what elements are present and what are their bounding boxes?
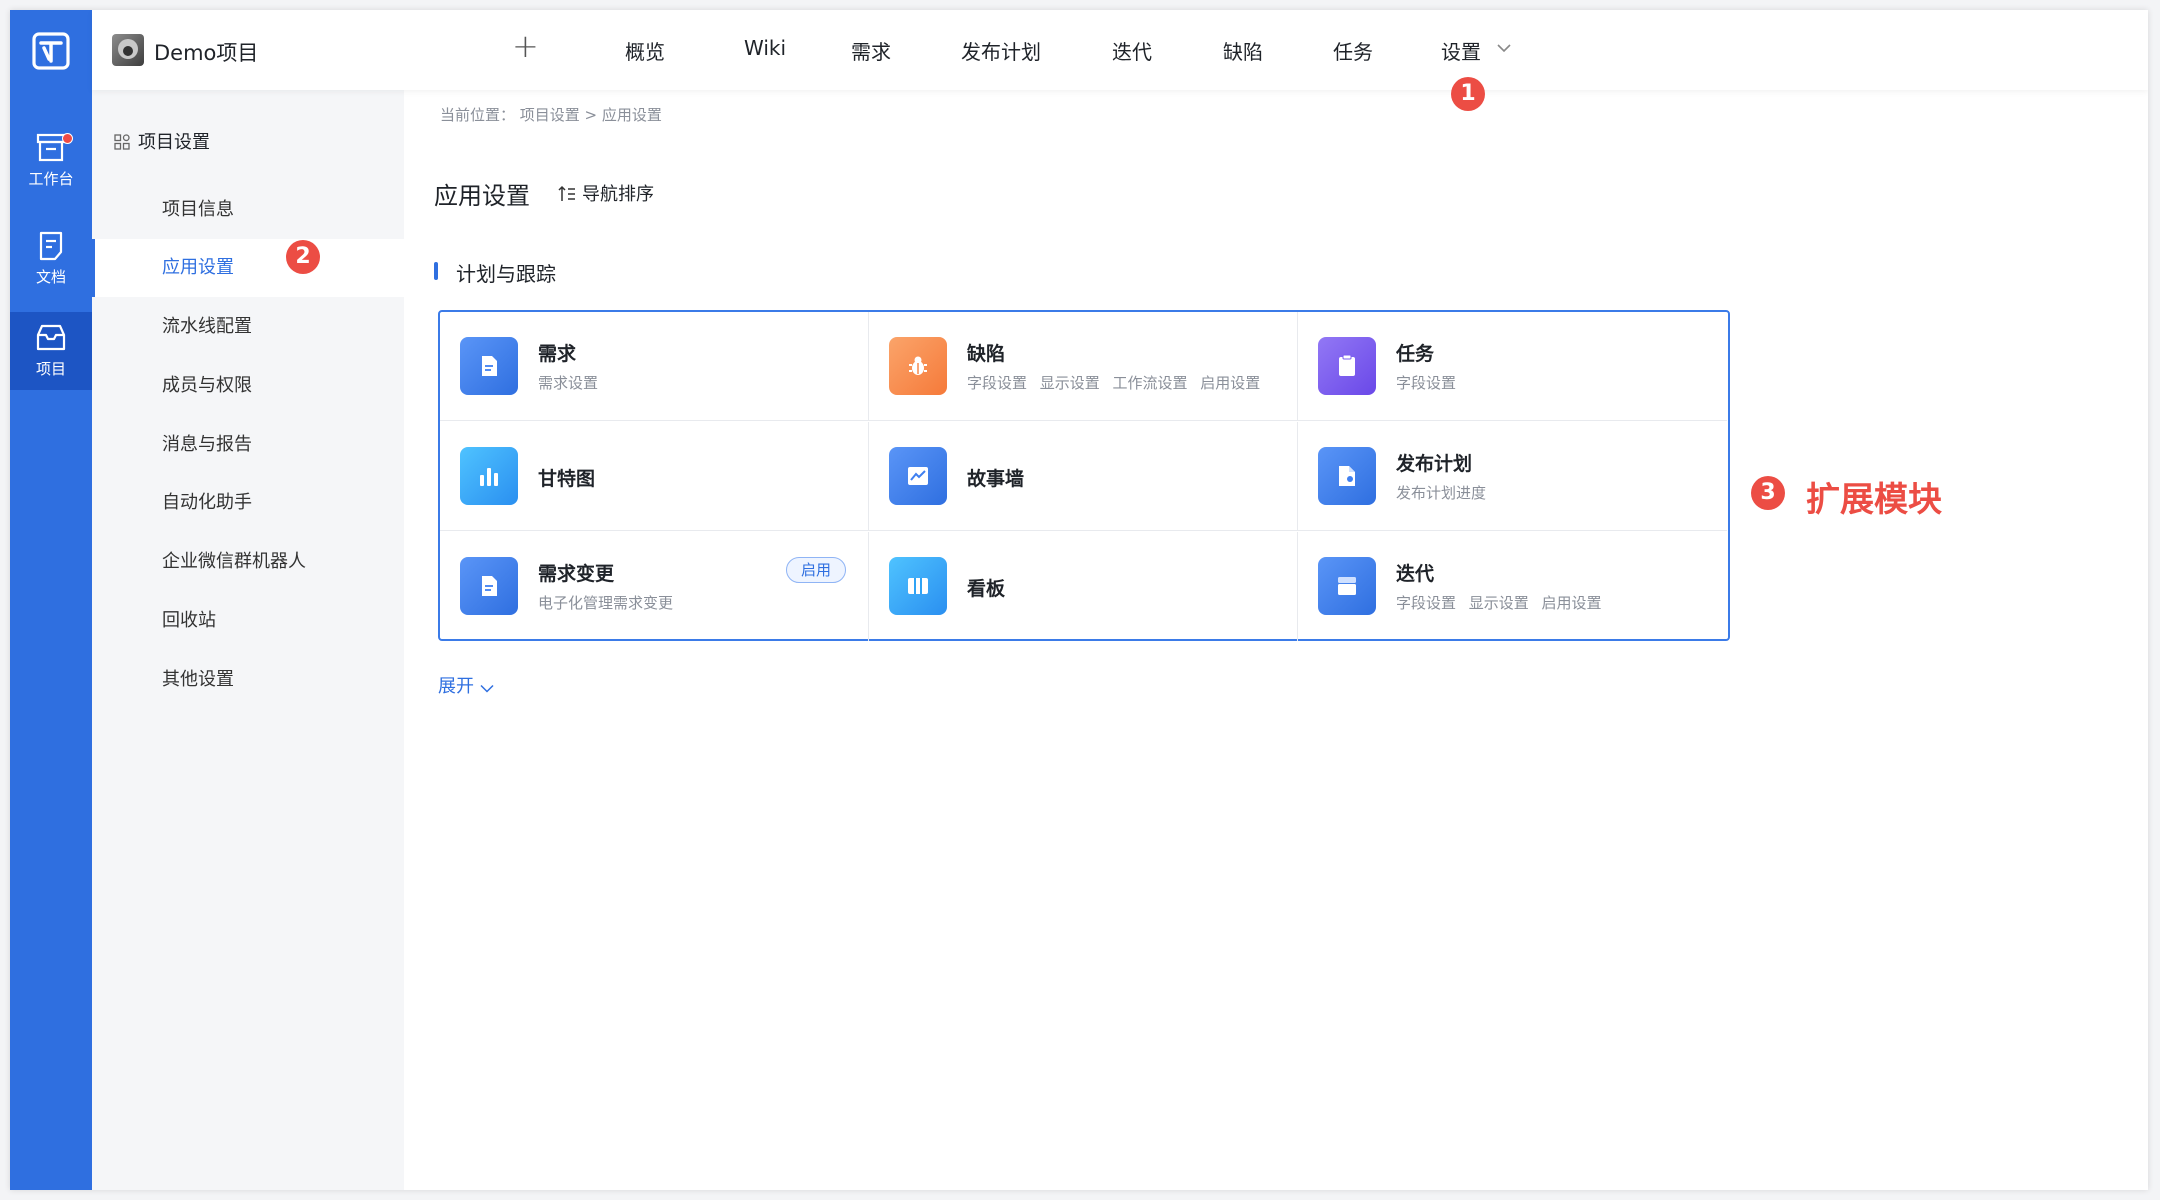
- nav-requirements[interactable]: 需求: [851, 36, 891, 65]
- document-icon: [39, 231, 63, 261]
- rail-item-label: 项目: [35, 360, 66, 378]
- left-rail: 工作台 文档 项目: [10, 10, 92, 1190]
- module-title: 迭代: [1396, 563, 1435, 585]
- breadcrumb: 当前位置： 项目设置 > 应用设置: [440, 106, 662, 124]
- module-subtitle: 字段设置 显示设置 工作流设置 启用设置: [967, 374, 1261, 392]
- module-subtitle: 字段设置: [1396, 374, 1457, 392]
- chevron-down-icon: [480, 684, 494, 693]
- nav-settings[interactable]: 设置: [1441, 36, 1481, 65]
- module-title: 需求: [538, 343, 577, 365]
- rail-item-docs[interactable]: 文档: [10, 220, 92, 298]
- nav-wiki[interactable]: Wiki: [744, 36, 786, 60]
- nav-release-plan[interactable]: 发布计划: [961, 36, 1041, 65]
- sidebar-item-messages[interactable]: 消息与报告: [92, 416, 404, 474]
- module-card-defects[interactable]: 缺陷 字段设置 显示设置 工作流设置 启用设置: [869, 312, 1298, 421]
- sidebar-item-automation[interactable]: 自动化助手: [92, 474, 404, 532]
- sidebar-item-members[interactable]: 成员与权限: [92, 357, 404, 415]
- sidebar-item-wecom-bot[interactable]: 企业微信群机器人: [92, 533, 404, 591]
- enable-button[interactable]: 启用: [785, 557, 846, 583]
- rail-item-label: 工作台: [28, 170, 74, 188]
- section-title: 计划与跟踪: [456, 262, 556, 286]
- task-icon: [1318, 337, 1376, 395]
- module-card-requirement-change[interactable]: 需求变更 电子化管理需求变更 启用: [440, 532, 869, 641]
- module-card-story-wall[interactable]: 故事墙: [869, 422, 1298, 531]
- module-title: 需求变更: [538, 563, 615, 585]
- top-header: Demo项目 + 概览 Wiki 需求 发布计划 迭代 缺陷 任务 设置: [92, 10, 2148, 90]
- project-avatar: [112, 34, 144, 66]
- sort-icon: [558, 185, 575, 201]
- notification-dot: [62, 133, 73, 144]
- app-logo-icon[interactable]: [32, 32, 70, 70]
- add-icon[interactable]: +: [512, 30, 539, 62]
- bar-chart-icon: [460, 447, 518, 505]
- module-subtitle: 电子化管理需求变更: [538, 594, 674, 612]
- sidebar-item-app-settings[interactable]: 应用设置: [92, 239, 404, 297]
- nav-tasks[interactable]: 任务: [1333, 36, 1373, 65]
- module-subtitle: 需求设置: [538, 374, 599, 392]
- story-wall-icon: [889, 447, 947, 505]
- sidebar-item-pipeline[interactable]: 流水线配置: [92, 298, 404, 356]
- app-window: 工作台 文档 项目 Demo项目 + 概览 Wiki 需求 发布计划 迭代 缺陷: [10, 10, 2148, 1190]
- module-title: 甘特图: [538, 468, 596, 490]
- folder-icon: [36, 324, 66, 351]
- document-icon: [460, 337, 518, 395]
- nav-defects[interactable]: 缺陷: [1223, 36, 1263, 65]
- nav-overview[interactable]: 概览: [625, 36, 665, 65]
- module-title: 任务: [1396, 343, 1435, 365]
- module-card-requirements[interactable]: 需求 需求设置: [440, 312, 869, 421]
- settings-sidebar: 项目设置 项目信息 应用设置 流水线配置 成员与权限 消息与报告 自动化助手 企…: [92, 90, 404, 1190]
- nav-sort-button[interactable]: 导航排序: [558, 180, 654, 206]
- grid-apps-icon: [114, 134, 130, 150]
- sidebar-item-project-info[interactable]: 项目信息: [92, 181, 404, 239]
- annotation-label-extension-modules: 扩展模块: [1806, 480, 1942, 520]
- module-title: 看板: [967, 578, 1006, 600]
- page-title: 应用设置: [434, 182, 530, 210]
- sidebar-heading-label: 项目设置: [138, 132, 210, 153]
- sidebar-item-recycle-bin[interactable]: 回收站: [92, 592, 404, 650]
- module-title: 故事墙: [967, 468, 1025, 490]
- module-grid: 需求 需求设置 缺陷 字段设置 显示设置 工作流设置 启用设置 任务 字段设置 …: [438, 310, 1730, 641]
- bug-icon: [889, 337, 947, 395]
- nav-iteration[interactable]: 迭代: [1112, 36, 1152, 65]
- rail-item-label: 文档: [35, 268, 66, 286]
- annotation-badge-3: 3: [1751, 476, 1785, 510]
- expand-label: 展开: [438, 676, 474, 697]
- module-subtitle: 字段设置 显示设置 启用设置: [1396, 594, 1602, 612]
- module-subtitle: 发布计划进度: [1396, 484, 1487, 502]
- rail-item-project[interactable]: 项目: [10, 312, 92, 390]
- nav-sort-label: 导航排序: [582, 184, 654, 205]
- module-card-gantt[interactable]: 甘特图: [440, 422, 869, 531]
- module-card-iteration[interactable]: 迭代 字段设置 显示设置 启用设置: [1298, 532, 1727, 641]
- document-icon: [460, 557, 518, 615]
- module-title: 发布计划: [1396, 453, 1473, 475]
- section-accent-bar: [434, 262, 438, 280]
- rail-item-workbench[interactable]: 工作台: [10, 122, 92, 200]
- annotation-badge-1: 1: [1451, 77, 1485, 111]
- release-icon: [1318, 447, 1376, 505]
- module-card-release-plan[interactable]: 发布计划 发布计划进度: [1298, 422, 1727, 531]
- kanban-icon: [889, 557, 947, 615]
- module-card-tasks[interactable]: 任务 字段设置: [1298, 312, 1727, 421]
- module-title: 缺陷: [967, 343, 1006, 365]
- sidebar-item-other[interactable]: 其他设置: [92, 651, 404, 709]
- module-card-kanban[interactable]: 看板: [869, 532, 1298, 641]
- annotation-badge-2: 2: [286, 240, 320, 274]
- sidebar-heading: 项目设置: [114, 128, 210, 154]
- project-name[interactable]: Demo项目: [154, 37, 258, 67]
- iteration-icon: [1318, 557, 1376, 615]
- expand-button[interactable]: 展开: [438, 672, 494, 698]
- chevron-down-icon[interactable]: [1496, 43, 1512, 53]
